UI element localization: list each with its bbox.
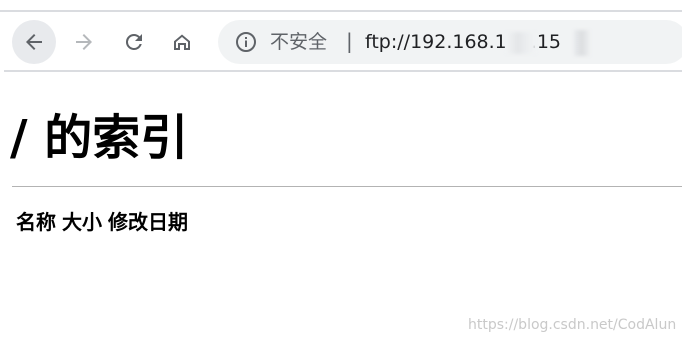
address-bar[interactable]: 不安全 | ftp://192.168.1.15 [218, 20, 682, 64]
watermark-text: https://blog.csdn.net/CodAlun [468, 317, 677, 333]
url-redaction-blur [574, 30, 590, 56]
toolbar-divider [4, 70, 682, 72]
security-separator: | [346, 29, 353, 53]
back-button[interactable] [12, 20, 56, 64]
listing-header: 名称 大小 修改日期 [16, 208, 188, 236]
page-title: / 的索引 [10, 110, 189, 166]
reload-icon [125, 33, 142, 50]
column-header-size: 大小 [62, 210, 102, 234]
url-redaction-blur [506, 32, 536, 54]
column-header-modified: 修改日期 [108, 210, 188, 234]
forward-button[interactable] [62, 20, 106, 64]
forward-arrow-icon [76, 34, 92, 50]
reload-button[interactable] [112, 20, 156, 64]
browser-toolbar: 不安全 | ftp://192.168.1.15 [0, 12, 682, 70]
info-icon[interactable] [234, 30, 258, 54]
security-status-label[interactable]: 不安全 [270, 29, 327, 55]
title-divider [12, 186, 682, 187]
browser-window: 不安全 | ftp://192.168.1.15 / 的索引 名称 大小 修改日… [0, 0, 682, 344]
back-arrow-icon [26, 34, 42, 50]
home-button[interactable] [160, 20, 204, 64]
column-header-name: 名称 [16, 210, 56, 234]
home-icon [174, 34, 190, 50]
url-visible-part: ftp://192.168.1 [365, 31, 507, 53]
